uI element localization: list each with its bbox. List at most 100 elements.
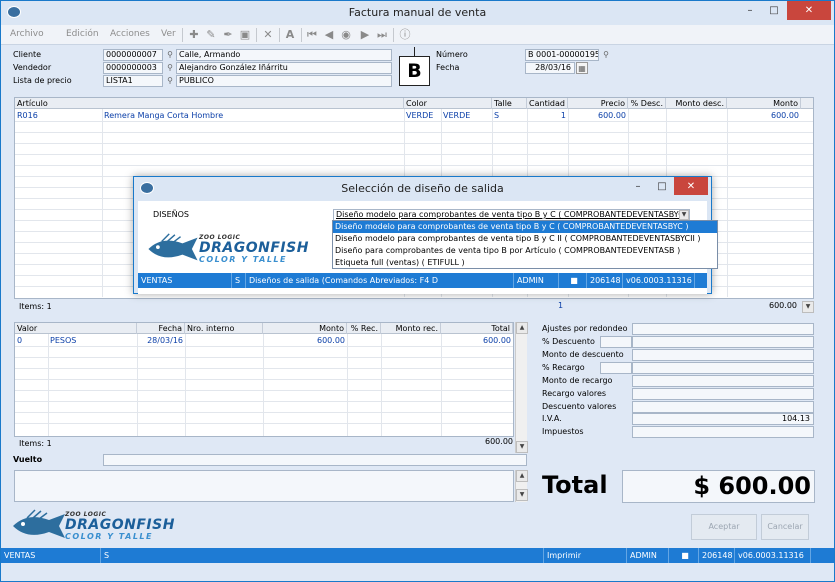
font-icon[interactable]: A	[283, 28, 297, 42]
first-record-icon[interactable]: ⏮	[305, 28, 319, 42]
pct-descuento-field[interactable]	[600, 336, 632, 348]
observations-field[interactable]	[14, 470, 514, 502]
item-cantidad[interactable]: 1	[527, 110, 568, 121]
minimize-icon[interactable]: –	[739, 1, 761, 21]
descuento-valores-field[interactable]	[632, 401, 814, 413]
item-descripcion[interactable]: Remera Manga Corta Hombre	[102, 110, 402, 121]
save-icon[interactable]: ▣	[238, 28, 252, 42]
pct-recargo-field[interactable]	[600, 362, 632, 374]
last-record-icon[interactable]: ⏭	[375, 28, 389, 42]
previous-record-icon[interactable]: ◀	[322, 28, 336, 42]
item-precio[interactable]: 600.00	[568, 110, 628, 121]
col-monto[interactable]: Monto	[263, 323, 347, 334]
monto-descuento-field[interactable]	[632, 349, 814, 361]
chevron-down-icon[interactable]: ▼	[802, 301, 814, 313]
chevron-up-icon[interactable]: ▲	[516, 470, 528, 482]
col-precio[interactable]: Precio	[568, 98, 628, 109]
close-icon[interactable]: ✕	[674, 177, 708, 195]
chevron-down-icon[interactable]: ▼	[516, 441, 528, 453]
list-item[interactable]: Diseño para comprobantes de venta tipo B…	[333, 245, 717, 257]
designs-dropdown-list: Diseño modelo para comprobantes de venta…	[332, 220, 718, 269]
grid-column-line	[137, 334, 138, 436]
list-item[interactable]: Diseño modelo para comprobantes de venta…	[333, 233, 717, 245]
cliente-name-field[interactable]: Calle, Armando	[176, 49, 392, 61]
item-monto[interactable]: 600.00	[727, 110, 801, 121]
observations-scrollbar[interactable]: ▲ ▼	[515, 470, 528, 502]
list-item[interactable]: Etiqueta full (ventas) ( ETIFULL )	[333, 257, 717, 269]
dragonfish-logo: ZOO LOGIC DRAGONFISH COLOR Y TALLE	[9, 508, 189, 544]
col-monto-rec[interactable]: Monto rec.	[381, 323, 441, 334]
pct-descuento-amount[interactable]	[632, 336, 814, 348]
item-talle[interactable]: S	[492, 110, 527, 121]
status-action: Imprimir	[544, 548, 627, 563]
grid-column-line	[48, 334, 49, 436]
new-icon[interactable]: ✚	[187, 28, 201, 42]
vendedor-code-field[interactable]: 0000000003	[103, 62, 163, 74]
grid-row-line	[15, 165, 813, 166]
menu-edicion[interactable]: Edición	[66, 29, 99, 39]
pct-recargo-amount[interactable]	[632, 362, 814, 374]
status-flag: S	[101, 548, 544, 563]
maximize-icon[interactable]: □	[763, 1, 785, 21]
value-code[interactable]: 0	[15, 335, 47, 346]
search-icon[interactable]: ⚲	[164, 75, 176, 87]
impuestos-field[interactable]	[632, 426, 814, 438]
calendar-icon[interactable]: ▦	[576, 62, 588, 74]
search-icon[interactable]: ⚲	[164, 62, 176, 74]
lista-precio-code-field[interactable]: LISTA1	[103, 75, 163, 87]
menu-archivo[interactable]: Archivo	[10, 29, 44, 39]
col-cantidad[interactable]: Cantidad	[527, 98, 568, 109]
minimize-icon[interactable]: –	[627, 177, 649, 197]
values-grid-header: Valor Fecha Nro. interno Monto % Rec. Mo…	[15, 323, 513, 334]
item-articulo[interactable]: R016	[15, 110, 101, 121]
search-icon[interactable]: ⚲	[164, 49, 176, 61]
aceptar-button[interactable]: Aceptar	[691, 514, 757, 540]
cliente-code-field[interactable]: 0000000007	[103, 49, 163, 61]
col-monto-desc[interactable]: Monto desc.	[666, 98, 727, 109]
col-nro-interno[interactable]: Nro. interno	[185, 323, 263, 334]
vendedor-name-field[interactable]: Alejandro González Iñárritu	[176, 62, 392, 74]
numero-field[interactable]: B 0001-00000195	[525, 49, 599, 61]
list-item[interactable]: Diseño modelo para comprobantes de venta…	[333, 221, 717, 233]
cancelar-button[interactable]: Cancelar	[761, 514, 809, 540]
info-icon[interactable]: ⓘ	[398, 28, 412, 42]
close-icon[interactable]: ✕	[787, 1, 831, 20]
edit-icon[interactable]: ✎	[204, 28, 218, 42]
iva-field[interactable]: 104.13	[632, 413, 814, 425]
search-icon[interactable]: ⚲	[600, 49, 612, 61]
toolbar-separator	[279, 28, 280, 42]
col-fecha[interactable]: Fecha	[137, 323, 185, 334]
value-fecha[interactable]: 28/03/16	[137, 335, 185, 346]
item-color-code[interactable]: VERDE	[404, 110, 440, 121]
col-valor[interactable]: Valor	[15, 323, 137, 334]
binoculars-icon[interactable]: ◉	[339, 28, 353, 42]
values-scrollbar[interactable]: ▲ ▼	[515, 322, 528, 453]
modify-icon[interactable]: ✒	[221, 28, 235, 42]
col-total[interactable]: Total	[441, 323, 513, 334]
value-name[interactable]: PESOS	[48, 335, 136, 346]
chevron-down-icon[interactable]: ▼	[516, 489, 528, 501]
maximize-icon[interactable]: □	[651, 177, 673, 197]
chevron-down-icon[interactable]: ▼	[679, 210, 689, 220]
ajustes-field[interactable]	[632, 323, 814, 335]
menu-ver[interactable]: Ver	[161, 29, 176, 39]
col-monto[interactable]: Monto	[727, 98, 801, 109]
col-articulo[interactable]: Artículo	[15, 98, 404, 109]
dialog-status-flag: S	[232, 273, 246, 288]
monto-recargo-field[interactable]	[632, 375, 814, 387]
menu-acciones[interactable]: Acciones	[110, 29, 150, 39]
col-rec-pct[interactable]: % Rec.	[347, 323, 381, 334]
lista-precio-name-field[interactable]: PUBLICO	[176, 75, 392, 87]
cancel-icon[interactable]: ✕	[261, 28, 275, 42]
chevron-up-icon[interactable]: ▲	[516, 322, 528, 334]
value-monto[interactable]: 600.00	[263, 335, 347, 346]
next-record-icon[interactable]: ▶	[358, 28, 372, 42]
col-desc-pct[interactable]: % Desc.	[628, 98, 666, 109]
item-color-name[interactable]: VERDE	[441, 110, 491, 121]
value-total[interactable]: 600.00	[441, 335, 513, 346]
vuelto-field[interactable]	[103, 454, 527, 466]
col-color[interactable]: Color	[404, 98, 492, 109]
recargo-valores-field[interactable]	[632, 388, 814, 400]
col-talle[interactable]: Talle	[492, 98, 527, 109]
fecha-field[interactable]: 28/03/16	[525, 62, 575, 74]
